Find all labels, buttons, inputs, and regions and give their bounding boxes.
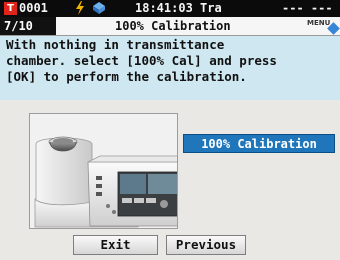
- instruction-text: With nothing in transmittance chamber. s…: [0, 36, 340, 100]
- exit-button[interactable]: Exit: [73, 235, 158, 255]
- instruction-line: [OK] to perform the calibration.: [6, 69, 247, 84]
- instruction-line: chamber. select [100% Cal] and press: [6, 53, 277, 68]
- menu-icon[interactable]: MENU: [307, 19, 340, 35]
- page-indicator: 7/10: [0, 17, 56, 35]
- page-title: 100% Calibration: [115, 19, 231, 33]
- status-placeholder: --- ---: [282, 1, 333, 15]
- status-bar: T 0001 18:41:03 Tra --- ---: [0, 0, 340, 17]
- time-display: 18:41:03 Tra: [135, 1, 222, 15]
- menu-label: MENU: [307, 19, 331, 27]
- previous-button[interactable]: Previous: [166, 235, 246, 255]
- calibration-100-button[interactable]: 100% Calibration: [183, 134, 335, 153]
- sample-counter: 0001: [19, 1, 48, 15]
- instrument-illustration: [29, 113, 178, 229]
- instruction-line: With nothing in transmittance: [6, 37, 225, 52]
- screen-header: 7/10 100% Calibration MENU: [0, 17, 340, 36]
- t-icon: T: [4, 2, 17, 15]
